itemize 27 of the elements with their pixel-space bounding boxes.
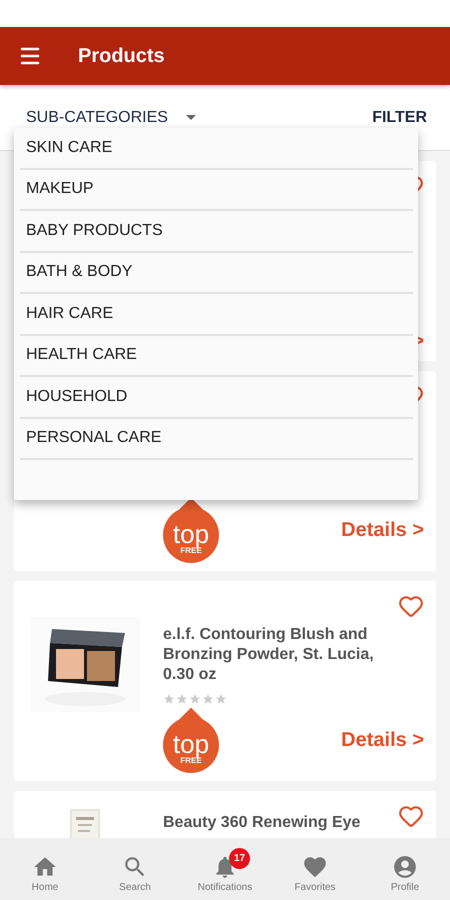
tab-bar-item[interactable]: Favorites: [275, 846, 355, 892]
tab-bar-item[interactable]: Profile: [365, 846, 445, 892]
menu-item[interactable]: BABY PRODUCTS: [20, 211, 413, 252]
menu-item[interactable]: BATH & BODY: [20, 252, 413, 294]
product-title: Beauty 360 Renewing Eye: [163, 813, 360, 833]
menu-item[interactable]: PERSONAL CARE: [20, 418, 413, 460]
page-title: Products: [78, 44, 165, 68]
favorite-button[interactable]: [398, 803, 424, 829]
caret-icon: [186, 115, 196, 120]
product-title: e.l.f. Contouring Blush and Bronzing Powder, St. Lucia, 0.30 oz: [163, 625, 375, 685]
filter-button[interactable]: FILTER: [372, 108, 427, 126]
menu-item[interactable]: HEALTH CARE: [20, 336, 413, 377]
tab-bar-item[interactable]: Search: [95, 846, 175, 892]
sub-categories-dropdown[interactable]: SUB-CATEGORIES: [26, 108, 196, 126]
menu-item[interactable]: HOUSEHOLD: [20, 377, 413, 418]
brand-badge: top FREE: [163, 707, 219, 773]
details-link[interactable]: Details >: [341, 728, 428, 752]
user-icon: [392, 854, 418, 880]
tab-bar-item[interactable]: 17 Notifications: [185, 846, 265, 892]
details-link[interactable]: Details >: [341, 518, 428, 542]
notification-count: 17: [229, 848, 250, 868]
menu-item[interactable]: SKIN CARE: [20, 128, 413, 170]
brand-badge: top FREE: [163, 497, 219, 563]
favorite-button[interactable]: [398, 593, 424, 619]
menu-item[interactable]: HAIR CARE: [20, 294, 413, 336]
menu-item[interactable]: MAKEUP: [20, 170, 413, 211]
tab-bar-item[interactable]: Home: [5, 846, 85, 892]
